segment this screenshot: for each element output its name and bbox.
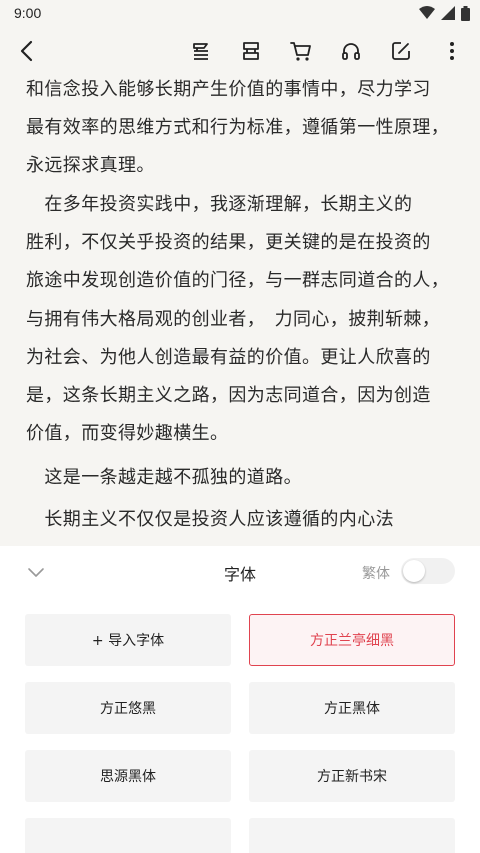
text-line: 长期主义不仅仅是投资人应该遵循的内心法	[26, 509, 394, 530]
battery-icon	[461, 5, 470, 21]
edit-note-icon[interactable]	[386, 36, 416, 66]
status-bar: 9:00	[0, 0, 480, 28]
text-line: 与拥有伟大格局观的创业者， 力同心，披荆斩棘，	[26, 309, 441, 330]
wifi-icon	[419, 6, 435, 19]
status-icons	[419, 4, 470, 22]
traditional-chinese-toggle[interactable]	[401, 558, 455, 584]
text-line: 永远探求真理。	[26, 155, 155, 176]
font-option[interactable]	[249, 818, 455, 853]
status-time: 9:00	[14, 5, 42, 21]
shopping-cart-icon[interactable]	[286, 36, 316, 66]
text-line: 在多年投资实践中，我逐渐理解，长期主义的	[26, 194, 413, 215]
font-option-fangzheng-xinshusong[interactable]: 方正新书宋	[249, 750, 455, 802]
text-line: 为社会、为他人创造最有益的价值。更让人欣喜的	[26, 347, 431, 368]
more-options-icon[interactable]	[437, 36, 467, 66]
bookshelf-icon[interactable]	[236, 36, 266, 66]
text-line: 胜利，不仅关乎投资的结果，更关键的是在投资的	[26, 232, 431, 253]
toggle-knob	[403, 560, 425, 582]
text-line: 价值，而变得妙趣横生。	[26, 423, 229, 444]
text-line: 是，这条长期主义之路，因为志同道合，因为创造	[26, 385, 431, 406]
font-option-fangzheng-heiti[interactable]: 方正黑体	[249, 682, 455, 734]
text-line: 旅途中发现创造价值的门径，与一群志同道合的人，	[26, 270, 450, 291]
traditional-chinese-label: 繁体	[362, 566, 390, 582]
book-text-content: 和信念投入能够长期产生价值的事情中，尽力学习 最有效率的思维方式和行为标准，遵循…	[0, 72, 480, 546]
text-line: 最有效率的思维方式和行为标准，遵循第一性原理，	[26, 117, 450, 138]
signal-icon	[441, 6, 455, 20]
reader-toolbar	[0, 28, 480, 74]
headphones-icon[interactable]	[336, 36, 366, 66]
text-line: 这是一条越走越不孤独的道路。	[26, 467, 302, 488]
font-option-fangzheng-youhei[interactable]: 方正悠黑	[25, 682, 231, 734]
import-font-button[interactable]: + 导入字体	[25, 614, 231, 666]
font-option-fangzheng-lanting-xihei[interactable]: 方正兰亭细黑	[249, 614, 455, 666]
font-option-siyuan-heiti[interactable]: 思源黑体	[25, 750, 231, 802]
font-settings-panel: 字体 繁体 + 导入字体 方正兰亭细黑 方正悠黑 方正黑体 思源黑体 方正新书宋	[0, 546, 480, 853]
panel-header: 字体 繁体	[0, 546, 480, 598]
table-of-contents-icon[interactable]	[186, 36, 216, 66]
back-icon[interactable]	[12, 36, 42, 66]
font-option[interactable]	[25, 818, 231, 853]
text-line: 和信念投入能够长期产生价值的事情中，尽力学习	[26, 79, 431, 100]
